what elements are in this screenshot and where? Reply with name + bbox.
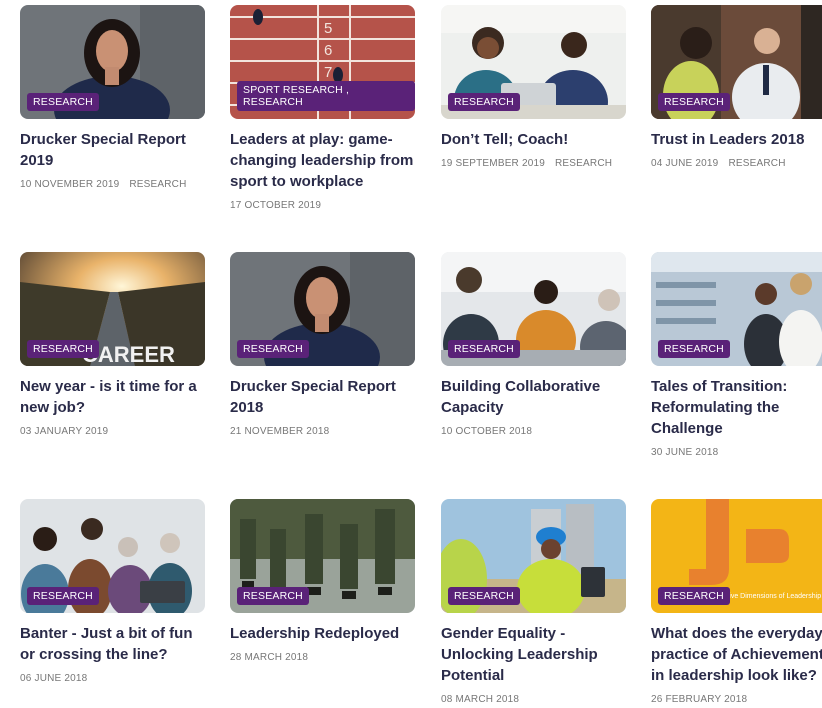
category-badge[interactable]: RESEARCH [658,340,730,358]
article-thumbnail[interactable]: RESEARCH [441,252,626,366]
article-date: 19 SEPTEMBER 2019 [441,158,546,169]
article-date: 03 JANUARY 2019 [20,426,109,437]
article-category[interactable]: RESEARCH [555,158,612,169]
article-meta: 10 NOVEMBER 2019 RESEARCH [20,179,205,190]
article-card[interactable]: RESEARCH Gender Equality - Unlocking Lea… [441,499,626,705]
article-date: 10 OCTOBER 2018 [441,426,533,437]
article-meta: 03 JANUARY 2019 [20,426,205,437]
article-meta: 08 MARCH 2018 [441,694,626,705]
article-thumbnail[interactable]: RESEARCH [651,252,822,366]
article-title[interactable]: Tales of Transition: Reformulating the C… [651,376,822,439]
article-meta: 19 SEPTEMBER 2019 RESEARCH [441,158,626,169]
article-card[interactable]: 5 6 7 8 SPORT RESEARCH , RESEARCH Leader… [230,5,415,211]
article-title[interactable]: New year - is it time for a new job? [20,376,205,418]
article-card[interactable]: RESEARCH Drucker Special Report 2018 21 … [230,252,415,437]
article-card[interactable]: RESEARCH Trust in Leaders 2018 04 JUNE 2… [651,5,822,169]
article-thumbnail[interactable]: RESEARCH [651,5,822,119]
category-badge[interactable]: RESEARCH [27,340,99,358]
article-date: 04 JUNE 2019 [651,158,719,169]
article-card[interactable]: RESEARCH Tales of Transition: Reformulat… [651,252,822,458]
article-date: 28 MARCH 2018 [230,652,309,663]
category-badge[interactable]: RESEARCH [658,93,730,111]
article-meta: 17 OCTOBER 2019 [230,200,415,211]
track-number: 7 [324,64,332,81]
article-meta: 21 NOVEMBER 2018 [230,426,415,437]
article-card[interactable]: RESEARCH Don’t Tell; Coach! 19 SEPTEMBER… [441,5,626,169]
category-badge[interactable]: SPORT RESEARCH , RESEARCH [237,81,415,111]
article-thumbnail[interactable]: 5 6 7 8 SPORT RESEARCH , RESEARCH [230,5,415,119]
article-thumbnail[interactable]: RESEARCH [441,5,626,119]
article-meta: 28 MARCH 2018 [230,652,415,663]
article-thumbnail[interactable]: Five Dimensions of Leadership RESEARCH [651,499,822,613]
article-thumbnail[interactable]: RESEARCH [230,499,415,613]
article-meta: 06 JUNE 2018 [20,673,205,684]
article-category[interactable]: RESEARCH [129,179,186,190]
category-badge[interactable]: RESEARCH [448,93,520,111]
article-date: 30 JUNE 2018 [651,447,719,458]
category-badge[interactable]: RESEARCH [448,587,520,605]
article-card[interactable]: Five Dimensions of Leadership RESEARCH W… [651,499,822,705]
article-thumbnail[interactable]: RESEARCH [20,499,205,613]
article-card[interactable]: RESEARCH Building Collaborative Capacity… [441,252,626,437]
article-date: 21 NOVEMBER 2018 [230,426,330,437]
article-title[interactable]: Leadership Redeployed [230,623,415,644]
article-title[interactable]: Banter - Just a bit of fun or crossing t… [20,623,205,665]
article-thumbnail[interactable]: CAREER RESEARCH [20,252,205,366]
track-number: 6 [324,42,332,59]
article-title[interactable]: What does the everyday practice of Achie… [651,623,822,686]
article-card[interactable]: CAREER RESEARCH New year - is it time fo… [20,252,205,437]
article-title[interactable]: Leaders at play: game-changing leadershi… [230,129,415,192]
article-title[interactable]: Gender Equality - Unlocking Leadership P… [441,623,626,686]
article-card[interactable]: RESEARCH Drucker Special Report 2019 10 … [20,5,205,190]
article-card[interactable]: RESEARCH Banter - Just a bit of fun or c… [20,499,205,684]
track-number: 5 [324,20,332,37]
category-badge[interactable]: RESEARCH [448,340,520,358]
article-meta: 04 JUNE 2019 RESEARCH [651,158,822,169]
article-meta: 10 OCTOBER 2018 [441,426,626,437]
category-badge[interactable]: RESEARCH [237,340,309,358]
article-date: 17 OCTOBER 2019 [230,200,322,211]
article-meta: 26 FEBRUARY 2018 [651,694,822,705]
article-thumbnail[interactable]: RESEARCH [441,499,626,613]
article-thumbnail[interactable]: RESEARCH [20,5,205,119]
article-title[interactable]: Trust in Leaders 2018 [651,129,822,150]
article-title[interactable]: Drucker Special Report 2018 [230,376,415,418]
article-date: 26 FEBRUARY 2018 [651,694,748,705]
category-badge[interactable]: RESEARCH [237,587,309,605]
article-date: 08 MARCH 2018 [441,694,520,705]
article-title[interactable]: Building Collaborative Capacity [441,376,626,418]
article-thumbnail[interactable]: RESEARCH [230,252,415,366]
category-badge[interactable]: RESEARCH [27,587,99,605]
article-title[interactable]: Drucker Special Report 2019 [20,129,205,171]
article-category[interactable]: RESEARCH [728,158,785,169]
category-badge[interactable]: RESEARCH [27,93,99,111]
category-badge[interactable]: RESEARCH [658,587,730,605]
article-meta: 30 JUNE 2018 [651,447,822,458]
cover-text: Five Dimensions of Leadership [725,593,821,600]
article-date: 10 NOVEMBER 2019 [20,179,120,190]
article-card[interactable]: RESEARCH Leadership Redeployed 28 MARCH … [230,499,415,663]
article-title[interactable]: Don’t Tell; Coach! [441,129,626,150]
article-date: 06 JUNE 2018 [20,673,88,684]
